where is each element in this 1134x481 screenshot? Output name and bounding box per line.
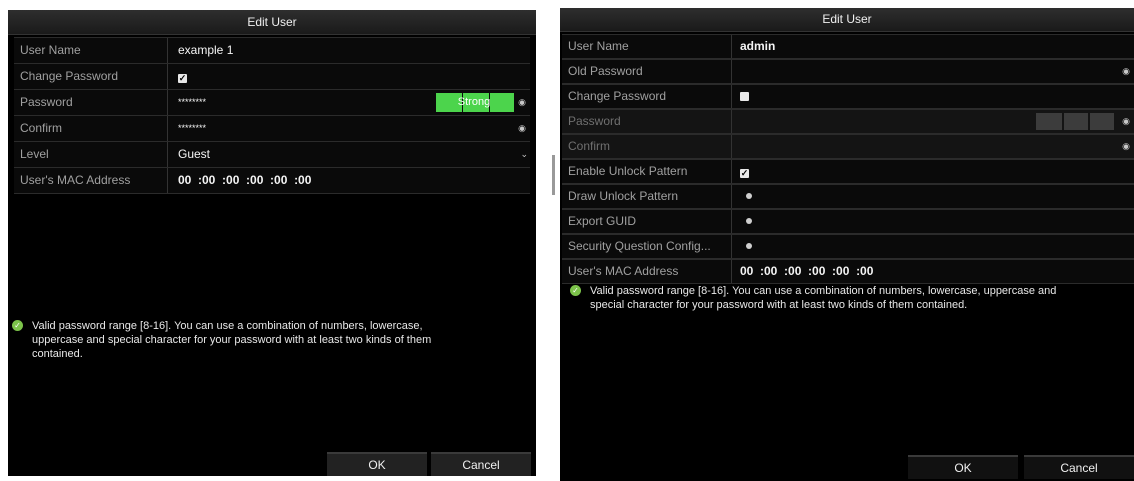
password-strength-label: Strong [457, 96, 491, 108]
confirm-label: Confirm [562, 135, 732, 158]
edit-user-dialog-left: Edit User User Name example 1 Change Pas… [8, 10, 536, 476]
export-guid-label: Export GUID [562, 210, 732, 233]
confirm-input[interactable]: ******** [178, 116, 530, 141]
confirm-label: Confirm [14, 116, 168, 141]
cancel-button[interactable]: Cancel [1024, 455, 1134, 479]
user-name-input[interactable]: example 1 [178, 38, 530, 63]
valid-check-icon: ✓ [570, 285, 581, 296]
edit-user-dialog-right: Edit User User Name admin Old Password ◉… [560, 8, 1134, 481]
enable-unlock-pattern-checkbox[interactable]: ✓ [740, 169, 749, 178]
enable-unlock-pattern-row: Enable Unlock Pattern ✓ [562, 159, 1134, 184]
security-question-gear-icon[interactable] [746, 243, 752, 249]
change-password-label: Change Password [562, 85, 732, 108]
password-row: Password ◉ [562, 109, 1134, 134]
draw-unlock-pattern-label: Draw Unlock Pattern [562, 185, 732, 208]
user-name-label: User Name [562, 35, 732, 58]
old-password-row: Old Password ◉ [562, 59, 1134, 84]
chevron-down-icon[interactable]: ⌄ [520, 142, 528, 167]
show-password-eye-icon[interactable]: ◉ [1120, 110, 1132, 133]
password-hint-text: Valid password range [8-16]. You can use… [590, 285, 1057, 311]
show-password-eye-icon[interactable]: ◉ [516, 90, 528, 115]
level-select[interactable]: Guest [178, 142, 530, 167]
change-password-label: Change Password [14, 64, 168, 89]
change-password-row: Change Password [562, 84, 1134, 109]
dialog-title: Edit User [8, 10, 536, 35]
mac-address-row: User's MAC Address 00 :00 :00 :00 :00 :0… [562, 259, 1134, 284]
draw-unlock-pattern-gear-icon[interactable] [746, 193, 752, 199]
strength-bar-seg3 [490, 93, 514, 112]
valid-check-icon: ✓ [12, 320, 23, 331]
user-name-label: User Name [14, 38, 168, 63]
strength-bar-seg2 [1064, 113, 1088, 130]
old-password-label: Old Password [562, 60, 732, 83]
confirm-row: Confirm ◉ [562, 134, 1134, 159]
mac-address-label: User's MAC Address [14, 168, 168, 193]
mac-address-input[interactable]: 00 :00 :00 :00 :00 :00 [178, 168, 530, 193]
level-row: Level Guest ⌄ [14, 141, 530, 168]
confirm-input[interactable] [740, 135, 1134, 158]
password-hint-message: ✓ Valid password range [8-16]. You can u… [570, 284, 1090, 312]
mac-address-input[interactable]: 00 :00 :00 :00 :00 :00 [740, 260, 1134, 283]
change-password-row: Change Password ✓ [14, 63, 530, 90]
mac-address-label: User's MAC Address [562, 260, 732, 283]
strength-bar-seg3 [1090, 113, 1114, 130]
dialog-title: Edit User [560, 8, 1134, 32]
password-label: Password [562, 110, 732, 133]
user-name-input[interactable]: admin [740, 35, 1134, 58]
user-name-row: User Name example 1 [14, 37, 530, 64]
change-password-checkbox[interactable] [740, 92, 749, 101]
user-name-row: User Name admin [562, 34, 1134, 59]
password-hint-message: ✓ Valid password range [8-16]. You can u… [12, 319, 472, 361]
show-confirm-eye-icon[interactable]: ◉ [516, 116, 528, 141]
ok-button[interactable]: OK [327, 452, 427, 476]
old-password-input[interactable] [740, 60, 1134, 83]
mac-address-row: User's MAC Address 00 :00 :00 :00 :00 :0… [14, 167, 530, 194]
draw-unlock-pattern-row: Draw Unlock Pattern [562, 184, 1134, 209]
confirm-row: Confirm ******** ◉ [14, 115, 530, 142]
security-question-label: Security Question Config... [562, 235, 732, 258]
password-label: Password [14, 90, 168, 115]
export-guid-gear-icon[interactable] [746, 218, 752, 224]
cancel-button[interactable]: Cancel [431, 452, 531, 476]
ok-button[interactable]: OK [908, 455, 1018, 479]
strength-bar-seg1 [1036, 113, 1062, 130]
password-hint-text: Valid password range [8-16]. You can use… [32, 320, 432, 360]
export-guid-row: Export GUID [562, 209, 1134, 234]
password-row: Password ******** Strong ◉ [14, 89, 530, 116]
level-label: Level [14, 142, 168, 167]
panel-divider [552, 155, 555, 195]
enable-unlock-pattern-label: Enable Unlock Pattern [562, 160, 732, 183]
show-old-password-eye-icon[interactable]: ◉ [1120, 60, 1132, 83]
change-password-checkbox[interactable]: ✓ [178, 74, 187, 83]
security-question-row: Security Question Config... [562, 234, 1134, 259]
show-confirm-eye-icon[interactable]: ◉ [1120, 135, 1132, 158]
